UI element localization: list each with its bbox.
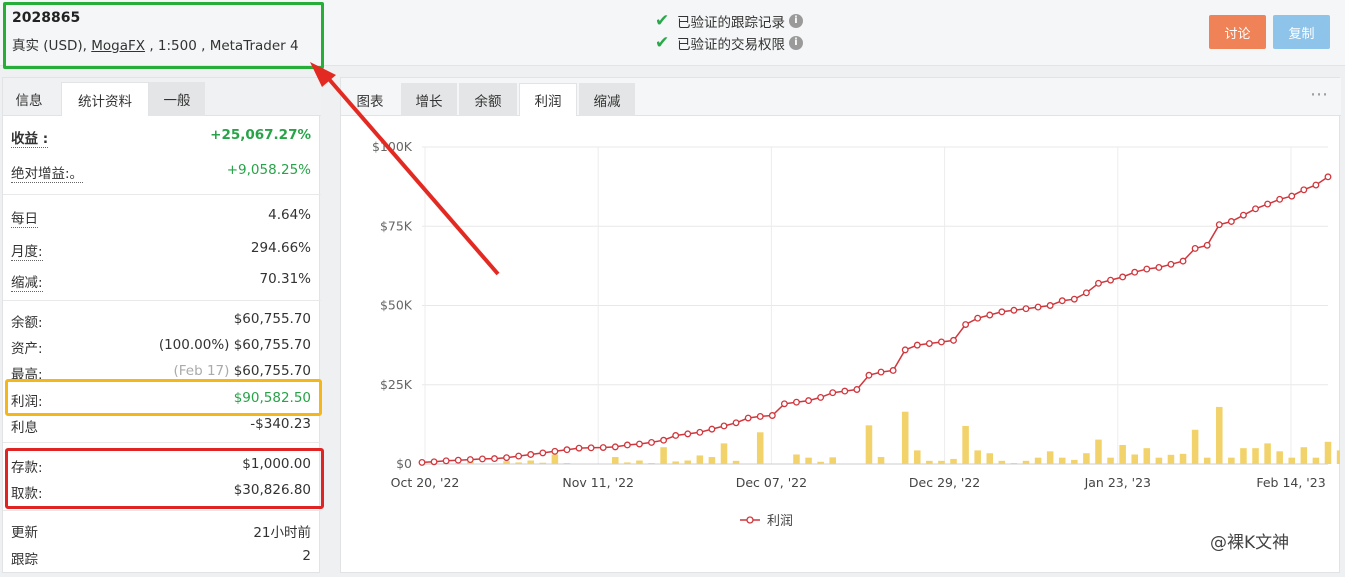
watermark: @裸K文神 — [1210, 533, 1290, 553]
annotation-arrow — [310, 62, 500, 276]
arrow-line — [326, 76, 500, 276]
